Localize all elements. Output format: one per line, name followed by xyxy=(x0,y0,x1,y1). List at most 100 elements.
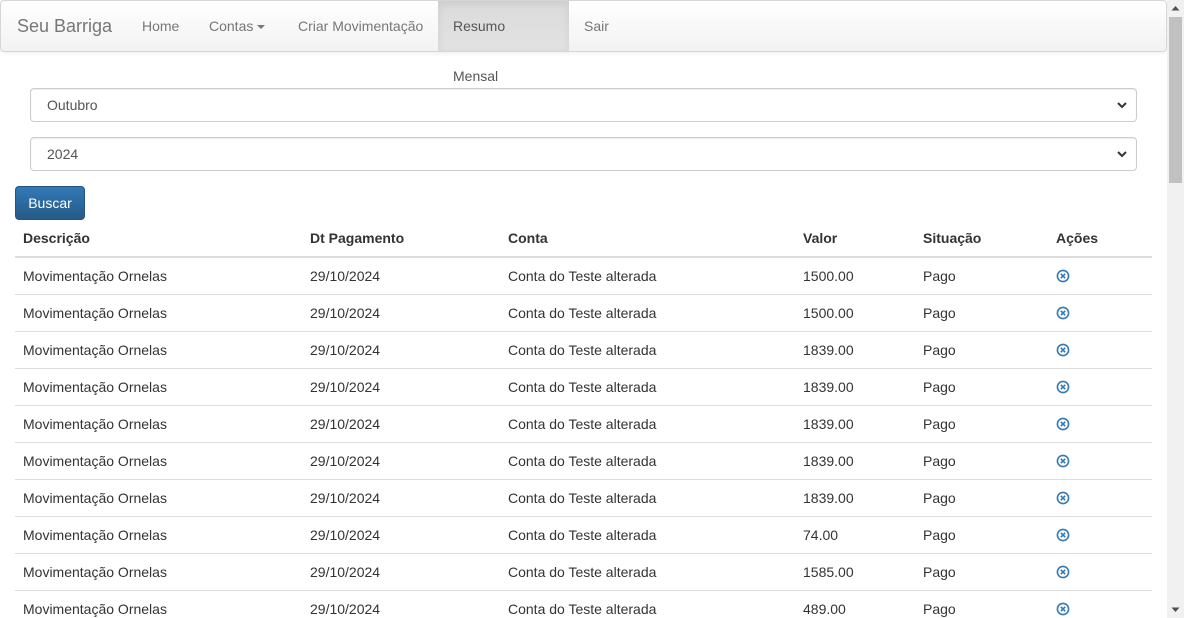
cell-conta: Conta do Teste alterada xyxy=(500,404,795,442)
cell-conta: Conta do Teste alterada xyxy=(500,330,795,368)
header-acoes: Ações xyxy=(1048,220,1152,258)
cell-valor: 1839.00 xyxy=(795,478,915,516)
remove-circle-icon[interactable] xyxy=(1056,491,1070,505)
cell-acoes xyxy=(1048,441,1152,479)
cell-dt-pagamento: 29/10/2024 xyxy=(302,367,500,405)
table-row: Movimentação Ornelas 29/10/2024 Conta do T… xyxy=(15,441,1152,479)
remove-circle-icon[interactable] xyxy=(1056,602,1070,616)
cell-situacao: Pago xyxy=(915,515,1048,553)
scroll-down-arrow-icon[interactable] xyxy=(1167,601,1184,618)
remove-circle-icon[interactable] xyxy=(1056,417,1070,431)
cell-situacao: Pago xyxy=(915,404,1048,442)
cell-valor: 1839.00 xyxy=(795,441,915,479)
summary-table: Descrição Dt Pagamento Conta Valor Situa… xyxy=(15,220,1152,618)
cell-descricao: Movimentação Ornelas xyxy=(15,256,302,294)
cell-dt-pagamento: 29/10/2024 xyxy=(302,330,500,368)
cell-conta: Conta do Teste alterada xyxy=(500,478,795,516)
remove-circle-icon[interactable] xyxy=(1056,528,1070,542)
cell-acoes xyxy=(1048,515,1152,553)
cell-descricao: Movimentação Ornelas xyxy=(15,552,302,590)
table-body: Movimentação Ornelas 29/10/2024 Conta do T… xyxy=(15,256,1152,618)
table-row: Movimentação Ornelas 29/10/2024 Conta do T… xyxy=(15,552,1152,590)
cell-situacao: Pago xyxy=(915,293,1048,331)
nav-item-sair[interactable]: Sair xyxy=(569,1,624,51)
nav-item-contas[interactable]: Contas xyxy=(194,1,280,51)
cell-valor: 1500.00 xyxy=(795,293,915,331)
chevron-down-icon xyxy=(1117,151,1127,158)
cell-dt-pagamento: 29/10/2024 xyxy=(302,404,500,442)
cell-descricao: Movimentação Ornelas xyxy=(15,330,302,368)
cell-conta: Conta do Teste alterada xyxy=(500,367,795,405)
cell-dt-pagamento: 29/10/2024 xyxy=(302,515,500,553)
cell-dt-pagamento: 29/10/2024 xyxy=(302,293,500,331)
cell-situacao: Pago xyxy=(915,330,1048,368)
navbar-brand[interactable]: Seu Barriga xyxy=(17,1,112,51)
cell-valor: 1839.00 xyxy=(795,330,915,368)
table-row: Movimentação Ornelas 29/10/2024 Conta do T… xyxy=(15,404,1152,442)
remove-circle-icon[interactable] xyxy=(1056,565,1070,579)
cell-descricao: Movimentação Ornelas xyxy=(15,404,302,442)
header-dt-pagamento: Dt Pagamento xyxy=(302,220,500,258)
cell-dt-pagamento: 29/10/2024 xyxy=(302,441,500,479)
cell-situacao: Pago xyxy=(915,256,1048,294)
nav-item-home[interactable]: Home xyxy=(127,1,194,51)
month-select-value: Outubro xyxy=(47,97,98,113)
remove-circle-icon[interactable] xyxy=(1056,454,1070,468)
nav-item-label: Criar Movimentação xyxy=(298,18,424,34)
vertical-scrollbar[interactable] xyxy=(1167,0,1184,618)
month-select[interactable]: Outubro xyxy=(30,88,1137,122)
cell-acoes xyxy=(1048,293,1152,331)
table-row: Movimentação Ornelas 29/10/2024 Conta do T… xyxy=(15,293,1152,331)
cell-situacao: Pago xyxy=(915,552,1048,590)
cell-valor: 1839.00 xyxy=(795,367,915,405)
cell-dt-pagamento: 29/10/2024 xyxy=(302,552,500,590)
cell-situacao: Pago xyxy=(915,478,1048,516)
page: Seu Barriga Home Contas Criar Movimentaç… xyxy=(0,0,1167,618)
cell-valor: 1839.00 xyxy=(795,404,915,442)
cell-acoes xyxy=(1048,404,1152,442)
table-header-row: Descrição Dt Pagamento Conta Valor Situa… xyxy=(15,220,1152,258)
cell-descricao: Movimentação Ornelas xyxy=(15,441,302,479)
nav-item-criar-movimentacao[interactable]: Criar Movimentação xyxy=(283,1,438,51)
cell-dt-pagamento: 29/10/2024 xyxy=(302,589,500,618)
year-select[interactable]: 2024 xyxy=(30,137,1137,171)
cell-valor: 74.00 xyxy=(795,515,915,553)
cell-descricao: Movimentação Ornelas xyxy=(15,367,302,405)
nav-item-resumo-mensal[interactable]: Resumo Mensal xyxy=(438,1,569,84)
table-row: Movimentação Ornelas 29/10/2024 Conta do T… xyxy=(15,478,1152,516)
cell-descricao: Movimentação Ornelas xyxy=(15,293,302,331)
cell-situacao: Pago xyxy=(915,589,1048,618)
header-valor: Valor xyxy=(795,220,915,258)
cell-valor: 1500.00 xyxy=(795,256,915,294)
remove-circle-icon[interactable] xyxy=(1056,380,1070,394)
remove-circle-icon[interactable] xyxy=(1056,343,1070,357)
cell-dt-pagamento: 29/10/2024 xyxy=(302,256,500,294)
nav-item-label: Home xyxy=(142,18,180,34)
cell-descricao: Movimentação Ornelas xyxy=(15,589,302,618)
nav-item-label: Contas xyxy=(209,18,254,34)
table-row: Movimentação Ornelas 29/10/2024 Conta do T… xyxy=(15,330,1152,368)
search-button[interactable]: Buscar xyxy=(15,186,85,220)
caret-down-icon xyxy=(257,25,266,30)
remove-circle-icon[interactable] xyxy=(1056,269,1070,283)
cell-acoes xyxy=(1048,478,1152,516)
cell-acoes xyxy=(1048,367,1152,405)
scrollbar-thumb[interactable] xyxy=(1169,17,1182,183)
cell-situacao: Pago xyxy=(915,367,1048,405)
cell-valor: 1585.00 xyxy=(795,552,915,590)
cell-acoes xyxy=(1048,552,1152,590)
navbar: Seu Barriga Home Contas Criar Movimentaç… xyxy=(0,0,1167,84)
cell-conta: Conta do Teste alterada xyxy=(500,256,795,294)
cell-descricao: Movimentação Ornelas xyxy=(15,478,302,516)
cell-descricao: Movimentação Ornelas xyxy=(15,515,302,553)
remove-circle-icon[interactable] xyxy=(1056,306,1070,320)
chevron-down-icon xyxy=(1117,102,1127,109)
scroll-up-arrow-icon[interactable] xyxy=(1167,0,1184,17)
table-row: Movimentação Ornelas 29/10/2024 Conta do T… xyxy=(15,367,1152,405)
cell-conta: Conta do Teste alterada xyxy=(500,441,795,479)
cell-conta: Conta do Teste alterada xyxy=(500,293,795,331)
table-row: Movimentação Ornelas 29/10/2024 Conta do T… xyxy=(15,589,1152,618)
year-select-value: 2024 xyxy=(47,146,79,162)
table-row: Movimentação Ornelas 29/10/2024 Conta do T… xyxy=(15,256,1152,294)
cell-conta: Conta do Teste alterada xyxy=(500,515,795,553)
